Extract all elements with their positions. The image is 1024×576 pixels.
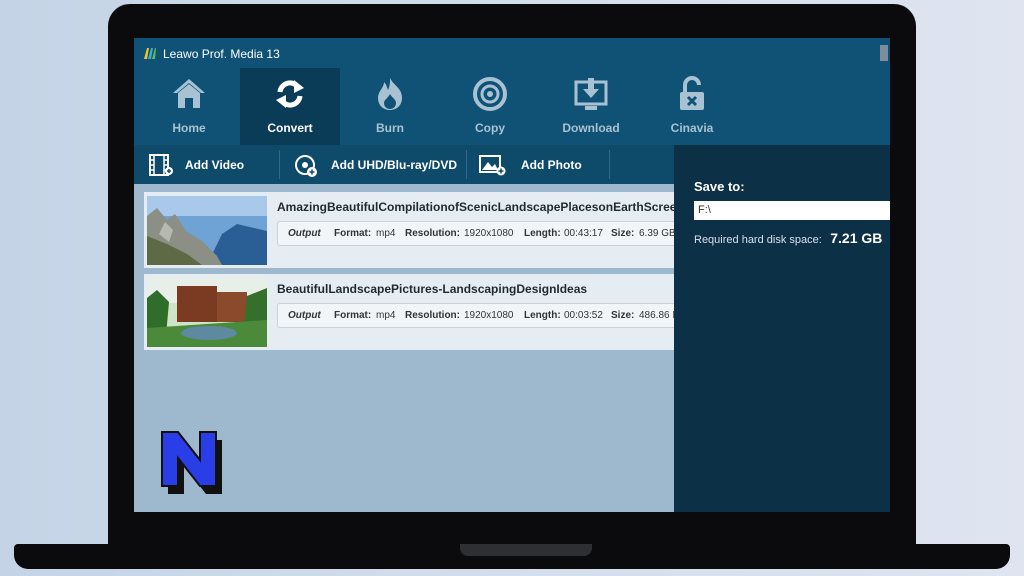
- add-video-button[interactable]: Add Video: [149, 145, 269, 184]
- file-name: AmazingBeautifulCompilationofScenicLands…: [277, 200, 674, 214]
- fire-icon: [378, 78, 402, 110]
- format-label: Format:: [334, 310, 372, 321]
- resolution-label: Resolution:: [405, 310, 460, 321]
- main-toolbar: Home Convert Burn Copy Download Cinavia: [134, 68, 890, 145]
- add-video-label: Add Video: [185, 158, 245, 172]
- tab-home-label: Home: [172, 121, 206, 135]
- app-window: Leawo Prof. Media 13 Home Convert Burn C…: [134, 38, 890, 512]
- file-output-info: Output Format: mp4 Resolution: 1920x1080…: [277, 221, 674, 246]
- size-value: 6.39 GB: [639, 228, 674, 239]
- size-label: Size:: [611, 310, 635, 321]
- length-value: 00:43:17: [564, 228, 603, 239]
- format-label: Format:: [334, 228, 372, 239]
- app-logo-icon: [144, 48, 156, 59]
- sub-toolbar: Add Video Add UHD/Blu-ray/DVD Add Photo: [134, 145, 674, 184]
- length-label: Length:: [524, 310, 561, 321]
- file-item[interactable]: AmazingBeautifulCompilationofScenicLands…: [144, 192, 674, 268]
- size-label: Size:: [611, 228, 635, 239]
- add-photo-button[interactable]: Add Photo: [479, 145, 599, 184]
- format-value: mp4: [376, 228, 396, 239]
- divider: [609, 150, 610, 179]
- video-thumbnail: [147, 278, 267, 347]
- app-title: Leawo Prof. Media 13: [163, 47, 280, 61]
- disc-add-icon: [295, 155, 317, 177]
- tab-cinavia[interactable]: Cinavia: [642, 68, 742, 145]
- video-thumbnail: [147, 196, 267, 265]
- tab-copy-label: Copy: [475, 121, 505, 135]
- divider: [279, 150, 280, 179]
- tab-download-label: Download: [562, 121, 620, 135]
- unlock-icon: [680, 76, 704, 110]
- tab-cinavia-label: Cinavia: [670, 121, 714, 135]
- window-control[interactable]: [880, 45, 888, 61]
- disk-space-label: Required hard disk space:: [694, 234, 822, 246]
- tab-burn[interactable]: Burn: [340, 68, 440, 145]
- convert-icon: [276, 80, 304, 108]
- format-value: mp4: [376, 310, 396, 321]
- save-to-label: Save to:: [694, 179, 745, 194]
- tab-copy[interactable]: Copy: [440, 68, 540, 145]
- tab-home[interactable]: Home: [139, 68, 239, 145]
- resolution-label: Resolution:: [405, 228, 460, 239]
- tab-convert-label: Convert: [267, 121, 313, 135]
- length-label: Length:: [524, 228, 561, 239]
- film-icon: [149, 154, 173, 176]
- resolution-value: 1920x1080: [464, 310, 514, 321]
- save-path-input[interactable]: F:\: [694, 201, 890, 220]
- file-name: BeautifulLandscapePictures-LandscapingDe…: [277, 282, 588, 296]
- output-label: Output: [288, 310, 321, 321]
- size-value: 486.86 I: [639, 310, 674, 321]
- download-icon: [574, 78, 608, 110]
- add-uhd-bluray-dvd-button[interactable]: Add UHD/Blu-ray/DVD: [294, 145, 464, 184]
- disc-icon: [473, 77, 507, 111]
- resolution-value: 1920x1080: [464, 228, 514, 239]
- tab-convert[interactable]: Convert: [240, 68, 340, 145]
- divider: [466, 150, 467, 179]
- photo-add-icon: [479, 155, 506, 176]
- n-logo-icon: [161, 431, 222, 494]
- home-icon: [173, 79, 205, 108]
- tab-download[interactable]: Download: [541, 68, 641, 145]
- file-item[interactable]: BeautifulLandscapePictures-LandscapingDe…: [144, 274, 674, 350]
- add-uhd-bluray-dvd-label: Add UHD/Blu-ray/DVD: [331, 158, 458, 172]
- tab-burn-label: Burn: [376, 121, 404, 135]
- laptop-base: [14, 544, 1010, 569]
- title-bar: Leawo Prof. Media 13: [134, 38, 890, 68]
- output-label: Output: [288, 228, 321, 239]
- add-photo-label: Add Photo: [521, 158, 582, 172]
- file-output-info: Output Format: mp4 Resolution: 1920x1080…: [277, 303, 674, 328]
- length-value: 00:03:52: [564, 310, 603, 321]
- disk-space-value: 7.21 GB: [830, 230, 883, 246]
- laptop-notch: [460, 544, 592, 556]
- save-panel: Save to: F:\ Required hard disk space: 7…: [674, 145, 890, 512]
- disk-space-row: Required hard disk space: 7.21 GB F: [694, 230, 890, 248]
